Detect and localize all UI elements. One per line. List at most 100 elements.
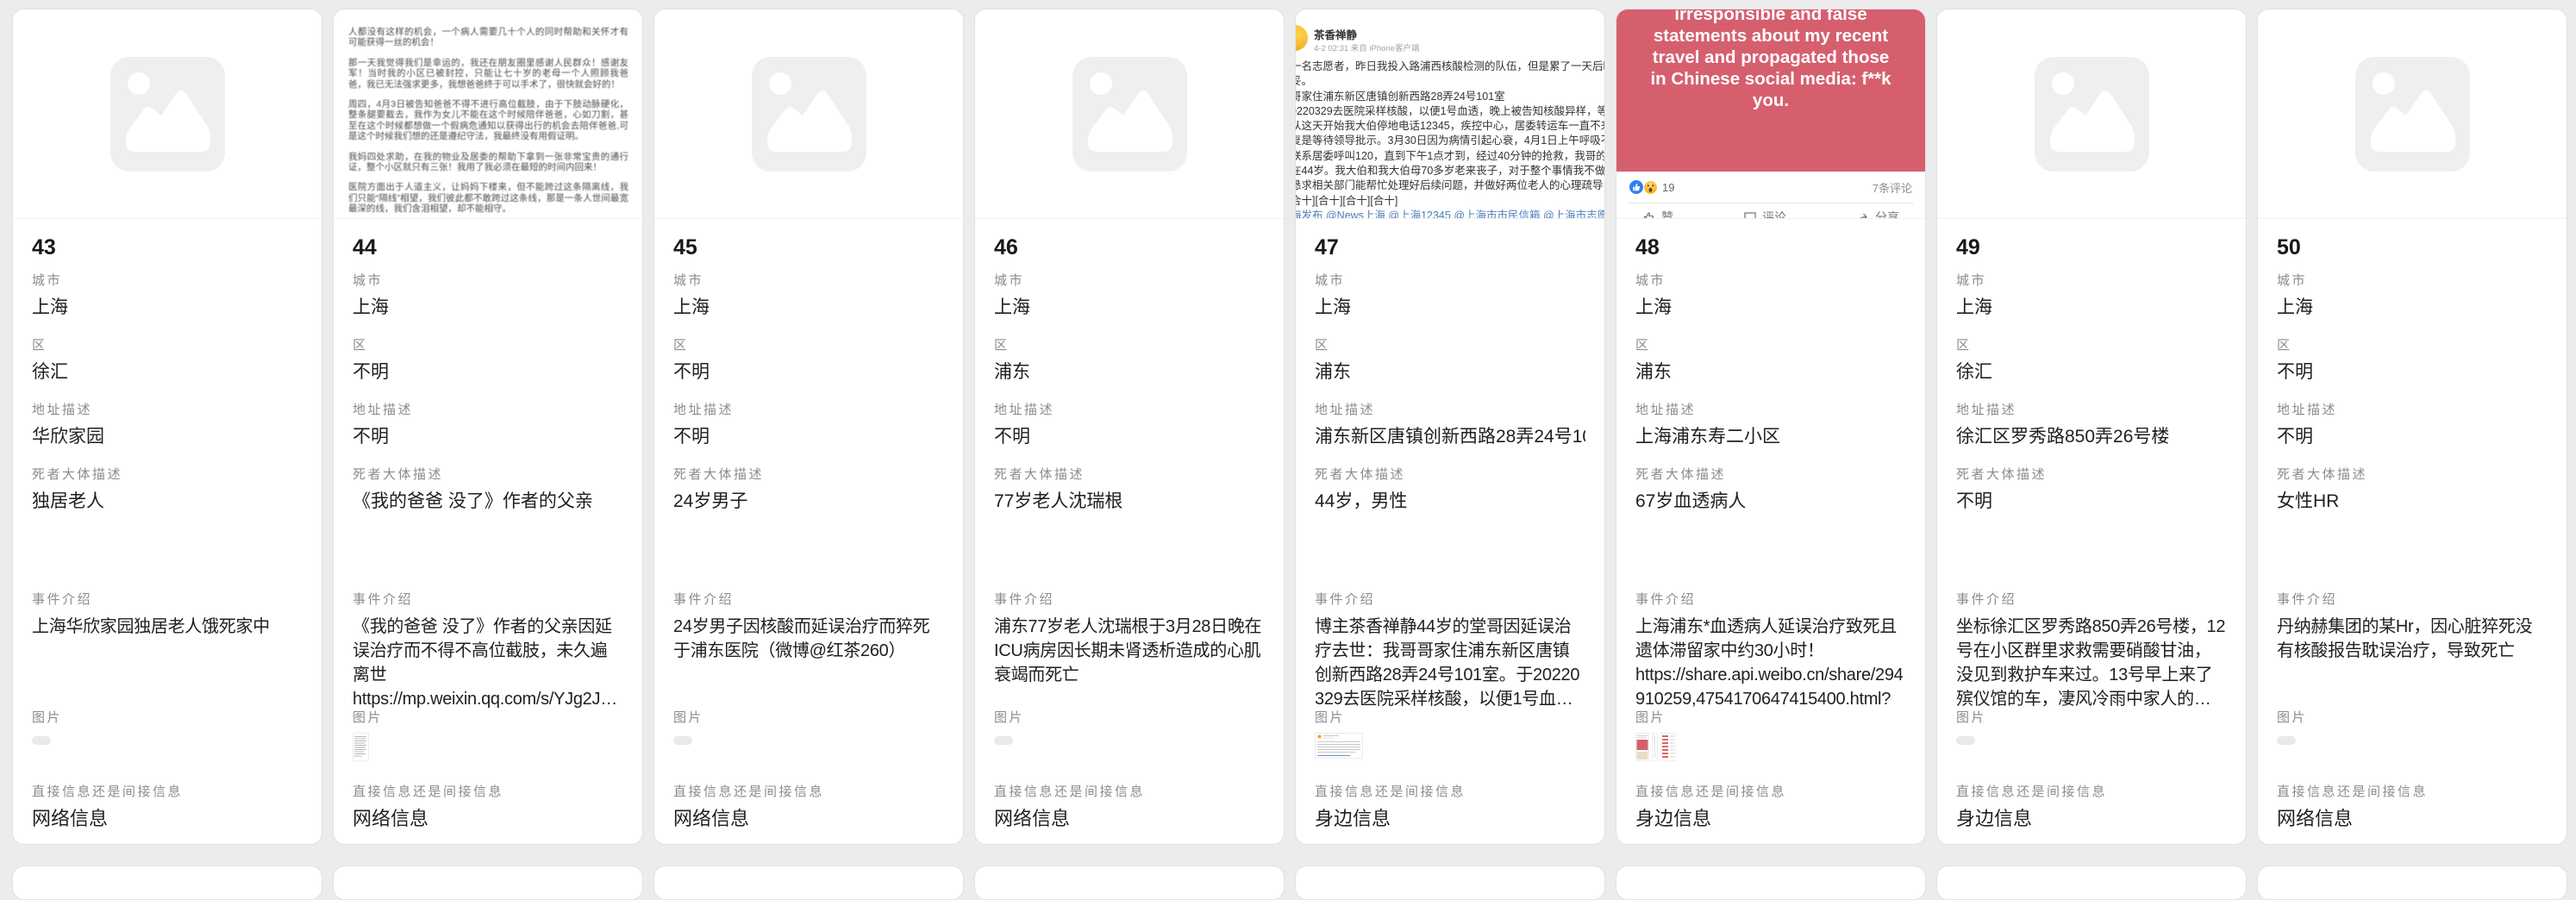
field-deceased: 死者大体描述 女性HR [2277, 467, 2548, 592]
next-row-card[interactable] [333, 866, 643, 900]
field-event-value: 《我的爸爸 没了》作者的父亲因延误治疗而不得不高位截肢，未久遍离世 https:… [353, 615, 623, 710]
field-event-value: 浦东77岁老人沈瑞根于3月28日晚在ICU病房因长期未肾透析造成的心肌衰竭而死亡 [994, 615, 1265, 687]
field-info-type-value: 网络信息 [673, 807, 944, 830]
field-info-type-value: 网络信息 [994, 807, 1265, 830]
field-event-value: 坐标徐汇区罗秀路850弄26号楼，12号在小区群里求救需要硝酸甘油，没见到救护车… [1956, 615, 2227, 710]
field-event: 事件介绍 《我的爸爸 没了》作者的父亲因延误治疗而不得不高位截肢，未久遍离世 h… [353, 592, 623, 710]
field-address-value: 不明 [994, 425, 1265, 448]
field-deceased: 死者大体描述 24岁男子 [673, 467, 944, 592]
weibo-screenshot-thumbnail[interactable] [1315, 733, 1363, 759]
next-row-card[interactable] [12, 866, 322, 900]
weibo-mentions: 海发布 @News上海 @上海12345 @上海市市民信箱 @上海市志愿者协会 [1296, 209, 1604, 219]
photo-placeholder [654, 9, 963, 218]
card-image[interactable]: irresponsible and false statements about… [1616, 9, 1925, 219]
card-image[interactable] [13, 9, 322, 219]
field-district: 区 浦东 [994, 338, 1265, 403]
next-row-card[interactable] [1936, 866, 2247, 900]
field-info-type-value: 网络信息 [353, 807, 623, 830]
gray-pill-thumbnail[interactable] [673, 736, 692, 745]
image-thumbnail[interactable] [1635, 733, 1906, 761]
card-image[interactable]: 茶香禅静4-2 02:31 来自 iPhone客户端一名志愿者，昨日我投入路浦西… [1296, 9, 1604, 219]
share-action-label: 分享 [1875, 209, 1899, 219]
field-city-value: 上海 [673, 296, 944, 319]
card-body: 50 城市 上海 区 不明 地址描述 不明 死者大体描述 女性HR 事件介绍 丹… [2258, 236, 2567, 845]
field-city-label: 城市 [1635, 273, 1906, 289]
field-event: 事件介绍 博主茶香禅静44岁的堂哥因延误治疗去世：我哥哥家住浦东新区唐镇创新西路… [1315, 592, 1585, 710]
next-row-card[interactable] [2257, 866, 2567, 900]
field-event-value: 24岁男子因核酸而延误治疗而猝死于浦东医院（微博@红茶260） [673, 615, 944, 663]
field-district-label: 区 [1956, 338, 2227, 353]
field-district-value: 浦东 [1635, 360, 1906, 384]
field-deceased-label: 死者大体描述 [1635, 467, 1906, 483]
field-deceased-label: 死者大体描述 [994, 467, 1265, 483]
image-thumbnail[interactable] [353, 733, 623, 761]
field-image: 图片 [1635, 710, 1906, 784]
document-thumbnail[interactable] [353, 733, 369, 761]
field-info-type-value: 网络信息 [32, 807, 303, 830]
gray-pill-thumbnail[interactable] [1956, 736, 1975, 745]
card-image[interactable] [654, 9, 963, 219]
case-card[interactable]: 43 城市 上海 区 徐汇 地址描述 华欣家园 死者大体描述 独居老人 事件介绍… [12, 9, 322, 845]
card-number: 49 [1956, 236, 2227, 259]
facebook-screenshots-thumbnail[interactable] [1635, 733, 1680, 761]
screenshot-paragraph: 那一天我觉得我们是幸运的，我还在朋友圈里感谢人民群众！感谢友军！当时我的小区已被… [348, 58, 628, 90]
field-deceased-label: 死者大体描述 [32, 467, 303, 483]
case-card[interactable]: 49 城市 上海 区 徐汇 地址描述 徐汇区罗秀路850弄26号楼 死者大体描述… [1936, 9, 2247, 845]
case-card[interactable]: 46 城市 上海 区 浦东 地址描述 不明 死者大体描述 77岁老人沈瑞根 事件… [974, 9, 1285, 845]
share-action: 分享 [1856, 209, 1899, 219]
field-event: 事件介绍 上海浦东*血透病人延误治疗致死且遗体滞留家中约30小时！ https:… [1635, 592, 1906, 710]
field-image-label: 图片 [2277, 710, 2548, 726]
card-number: 45 [673, 236, 944, 259]
case-card[interactable]: 50 城市 上海 区 不明 地址描述 不明 死者大体描述 女性HR 事件介绍 丹… [2257, 9, 2567, 845]
weibo-avatar [1296, 25, 1308, 51]
field-event-label: 事件介绍 [1315, 592, 1585, 608]
field-address-value: 徐汇区罗秀路850弄26号楼 [1956, 425, 2227, 448]
image-thumbnail[interactable] [32, 733, 303, 745]
field-deceased-value: 女性HR [2277, 490, 2548, 513]
field-event-value: 上海华欣家园独居老人饿死家中 [32, 615, 303, 639]
field-deceased-label: 死者大体描述 [1956, 467, 2227, 483]
image-thumbnail[interactable] [994, 733, 1265, 745]
field-address: 地址描述 浦东新区唐镇创新西路28弄24号101室 [1315, 403, 1585, 467]
gray-pill-thumbnail[interactable] [32, 736, 51, 745]
field-city-label: 城市 [673, 273, 944, 289]
field-address: 地址描述 不明 [994, 403, 1265, 467]
field-city: 城市 上海 [1956, 273, 2227, 338]
field-city: 城市 上海 [1635, 273, 1906, 338]
case-card[interactable]: 人都没有这样的机会，一个病人需要几十个人的同时帮助和关怀才有可能获得一丝的机会！… [333, 9, 643, 845]
weibo-body-text: 一名志愿者，昨日我投入路浦西核酸检测的队伍，但是累了一天后晚上接 妥。 哥家住浦… [1296, 59, 1604, 219]
field-address-label: 地址描述 [32, 403, 303, 418]
field-district-value: 不明 [2277, 360, 2548, 384]
field-deceased-label: 死者大体描述 [1315, 467, 1585, 483]
image-thumbnail[interactable] [673, 733, 944, 745]
card-image[interactable]: 人都没有这样的机会，一个病人需要几十个人的同时帮助和关怀才有可能获得一丝的机会！… [334, 9, 642, 219]
field-district-value: 浦东 [1315, 360, 1585, 384]
gray-pill-thumbnail[interactable] [2277, 736, 2296, 745]
case-card[interactable]: 45 城市 上海 区 不明 地址描述 不明 死者大体描述 24岁男子 事件介绍 … [653, 9, 964, 845]
field-event-label: 事件介绍 [353, 592, 623, 608]
card-image[interactable] [975, 9, 1284, 219]
weibo-post: 茶香禅静4-2 02:31 来自 iPhone客户端一名志愿者，昨日我投入路浦西… [1296, 9, 1604, 218]
next-row-card[interactable] [974, 866, 1285, 900]
next-row-card[interactable] [653, 866, 964, 900]
field-city-value: 上海 [2277, 296, 2548, 319]
next-row-card[interactable] [1616, 866, 1926, 900]
field-city: 城市 上海 [673, 273, 944, 338]
field-district-label: 区 [1635, 338, 1906, 353]
image-thumbnail[interactable] [1956, 733, 2227, 745]
image-thumbnail[interactable] [2277, 733, 2548, 745]
field-district: 区 徐汇 [1956, 338, 2227, 403]
field-image: 图片 [2277, 710, 2548, 784]
card-image[interactable] [2258, 9, 2567, 219]
field-event-label: 事件介绍 [1956, 592, 2227, 608]
field-district: 区 徐汇 [32, 338, 303, 403]
field-info-type-label: 直接信息还是间接信息 [1315, 784, 1585, 800]
field-deceased-value: 77岁老人沈瑞根 [994, 490, 1265, 513]
gray-pill-thumbnail[interactable] [994, 736, 1013, 745]
image-thumbnail[interactable] [1315, 733, 1585, 759]
case-card[interactable]: irresponsible and false statements about… [1616, 9, 1926, 845]
next-row-card[interactable] [1295, 866, 1605, 900]
card-image[interactable] [1937, 9, 2246, 219]
field-city: 城市 上海 [353, 273, 623, 338]
case-card[interactable]: 茶香禅静4-2 02:31 来自 iPhone客户端一名志愿者，昨日我投入路浦西… [1295, 9, 1605, 845]
